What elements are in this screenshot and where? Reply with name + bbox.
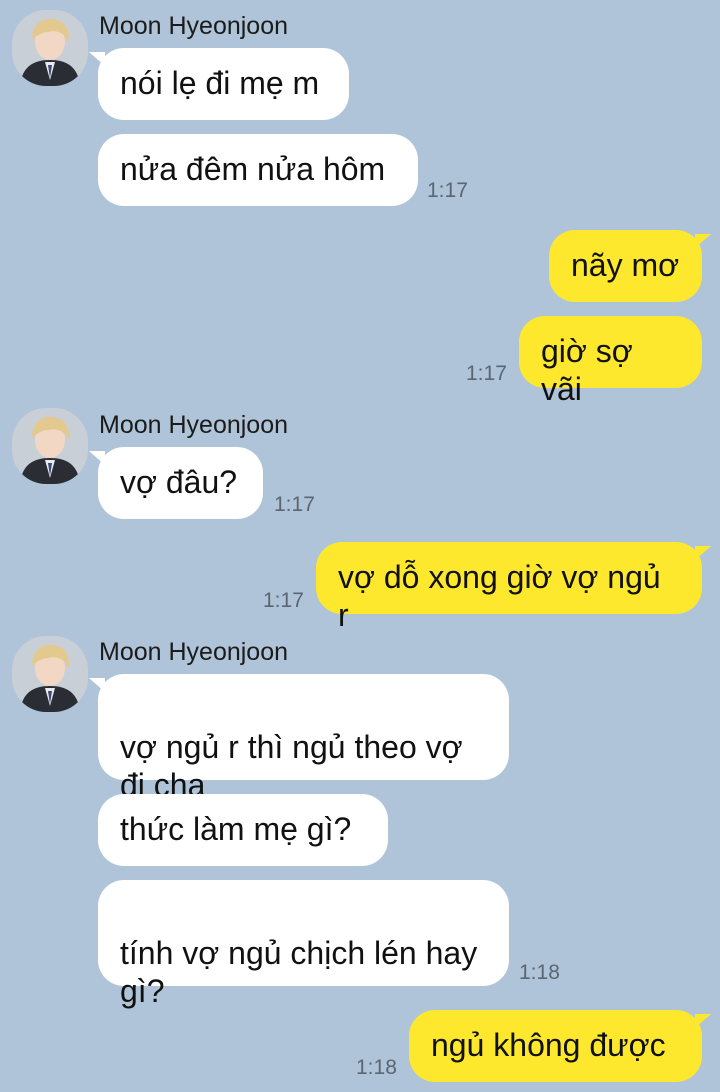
avatar[interactable] [12,636,88,712]
message-bubble[interactable]: vợ đâu? [89,447,263,519]
message-text: ngủ không được [431,1027,666,1063]
message-bubble[interactable]: nãy mơ [549,230,711,302]
profile-photo-icon [12,408,88,484]
message-bubble[interactable]: thức làm mẹ gì? [98,794,388,866]
message-text: vợ ngủ r thì ngủ theo vợ đi cha [120,729,463,803]
message-bubble[interactable]: giờ sợ vãi [519,316,702,407]
message-bubble[interactable]: tính vợ ngủ chịch lén hay gì? [98,880,509,1009]
message-bubble[interactable]: nói lẹ đi mẹ m [89,48,349,120]
message-bubble[interactable]: ngủ không được [409,1010,711,1082]
message-timestamp: 1:18 [519,961,560,984]
message-bubble[interactable]: nửa đêm nửa hôm [98,134,418,206]
message-timestamp: 1:17 [263,589,304,612]
sender-name: Moon Hyeonjoon [99,638,289,666]
profile-photo-icon [12,10,88,86]
message-text: vợ đâu? [120,464,238,500]
avatar[interactable] [12,408,88,484]
message-text: vợ dỗ xong giờ vợ ngủ r [338,559,661,633]
message-timestamp: 1:17 [274,493,315,516]
avatar[interactable] [12,10,88,86]
message-text: nói lẹ đi mẹ m [120,65,320,101]
message-bubble[interactable]: vợ dỗ xong giờ vợ ngủ r [316,542,711,633]
message-timestamp: 1:17 [466,362,507,385]
message-text: giờ sợ vãi [541,333,633,407]
sender-name: Moon Hyeonjoon [99,411,289,439]
message-text: tính vợ ngủ chịch lén hay gì? [120,935,478,1009]
sender-name: Moon Hyeonjoon [99,12,289,40]
message-text: nãy mơ [571,247,680,283]
message-timestamp: 1:18 [356,1056,397,1079]
message-text: nửa đêm nửa hôm [120,151,386,187]
message-text: thức làm mẹ gì? [120,811,352,847]
message-timestamp: 1:17 [427,179,468,202]
profile-photo-icon [12,636,88,712]
message-bubble[interactable]: vợ ngủ r thì ngủ theo vợ đi cha [89,674,509,803]
